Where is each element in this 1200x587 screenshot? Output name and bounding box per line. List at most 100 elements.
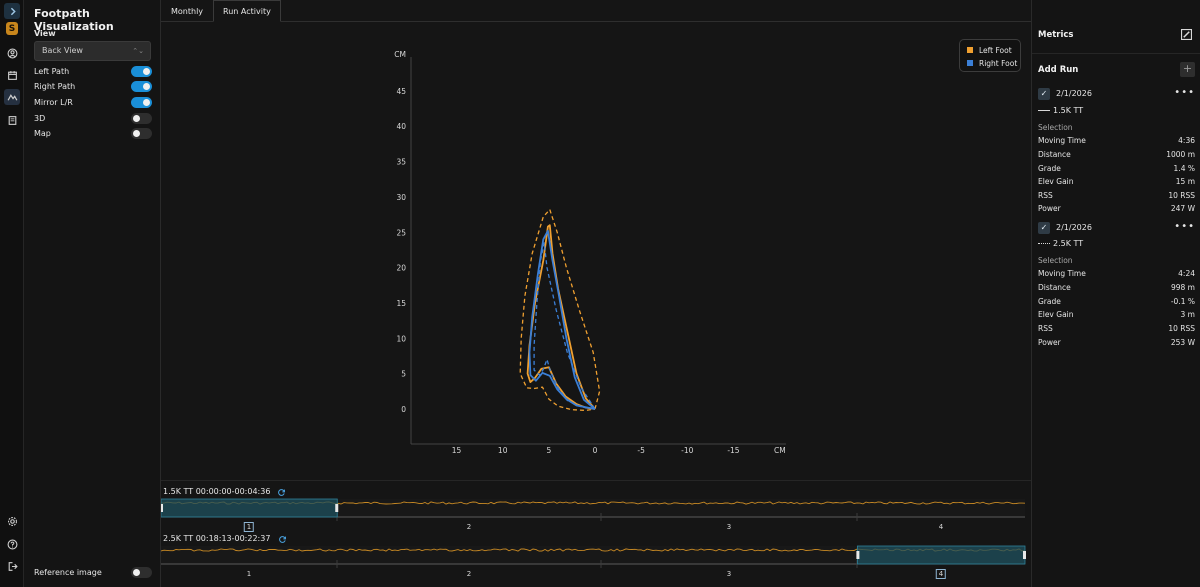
footpath-chart: 0 5 10 15 20 25 30 35 40 45 15 10 5 0 -5 -10 -15 CM CM Lef…: [161, 22, 1031, 480]
profile-icon[interactable]: [4, 45, 20, 61]
lap-label[interactable]: 2: [467, 570, 471, 578]
toggle-label: Mirror L/R: [34, 98, 73, 107]
metric-key: Elev Gain: [1038, 310, 1074, 319]
selection-handle-start[interactable]: [856, 551, 860, 559]
left-path-switch[interactable]: [131, 66, 152, 77]
tab-bar: Monthly Run Activity: [161, 0, 281, 22]
chevron-right-icon[interactable]: [4, 3, 20, 19]
toggle-row-map: Map: [34, 128, 152, 140]
metric-value: 1.4 %: [1173, 164, 1195, 173]
toggle-label: Left Path: [34, 67, 70, 76]
run-checkbox[interactable]: ✓: [1038, 88, 1050, 100]
y-axis-label: CM: [394, 50, 406, 59]
tab-monthly[interactable]: Monthly: [161, 0, 213, 22]
right-foot-solid-path: [528, 229, 596, 410]
toggle-row-reference-image: Reference image: [34, 567, 152, 579]
lap-label[interactable]: 4: [939, 523, 943, 531]
run-header: ✓ 2/1/2026 •••: [1038, 87, 1195, 101]
reference-image-switch[interactable]: [131, 567, 152, 578]
map-switch[interactable]: [131, 128, 152, 139]
run-name-text: 2.5K TT: [1053, 239, 1084, 248]
logout-icon[interactable]: [4, 558, 20, 574]
metric-key: Grade: [1038, 164, 1061, 173]
metric-key: Power: [1038, 338, 1061, 347]
run-name: 1.5K TT: [1038, 106, 1083, 115]
refresh-icon[interactable]: [278, 535, 287, 544]
metric-value: 1000 m: [1166, 150, 1195, 159]
line-style-solid-icon: [1038, 110, 1050, 111]
selection-label: Selection: [1038, 123, 1073, 132]
more-options-icon[interactable]: •••: [1174, 87, 1195, 99]
selection-handle-start[interactable]: [161, 504, 163, 512]
lap-label[interactable]: 3: [727, 570, 731, 578]
y-tick-label: 35: [396, 158, 406, 167]
run-name: 2.5K TT: [1038, 239, 1083, 248]
y-tick-label: 40: [396, 122, 406, 131]
x-tick-label: -5: [637, 446, 645, 455]
metric-row: Power 253 W: [1038, 338, 1195, 348]
lap-label[interactable]: 2: [467, 523, 471, 531]
selection-label: Selection: [1038, 256, 1073, 265]
metric-value: 10 RSS: [1168, 191, 1195, 200]
legend-label: Left Foot: [979, 46, 1012, 55]
line-style-dotted-icon: [1038, 243, 1050, 244]
right-path-switch[interactable]: [131, 81, 152, 92]
help-icon[interactable]: [4, 536, 20, 552]
footpath-chart-svg: 0 5 10 15 20 25 30 35 40 45 15 10 5 0 -5 -10 -15 CM CM: [394, 50, 786, 455]
metric-row: Moving Time 4:36: [1038, 136, 1195, 146]
legend-swatch: [967, 60, 973, 66]
toggle-row-left-path: Left Path: [34, 66, 152, 78]
selection-handle-end[interactable]: [335, 504, 339, 512]
toggle-label: 3D: [34, 114, 46, 123]
timeline-title: 2.5K TT 00:18:13-00:22:37: [163, 534, 271, 543]
settings-icon[interactable]: [4, 513, 20, 529]
run-date: 2/1/2026: [1056, 89, 1092, 98]
tab-run-activity[interactable]: Run Activity: [213, 0, 281, 22]
more-options-icon[interactable]: •••: [1174, 221, 1195, 233]
metric-row: Elev Gain 3 m: [1038, 310, 1195, 320]
toggle-row-3d: 3D: [34, 113, 152, 125]
lap-label[interactable]: 1: [247, 570, 251, 578]
metric-row: Grade 1.4 %: [1038, 164, 1195, 174]
lap-label[interactable]: 3: [727, 523, 731, 531]
lap-label[interactable]: 1: [243, 522, 255, 532]
metric-key: Power: [1038, 204, 1061, 213]
metric-key: Moving Time: [1038, 269, 1086, 278]
3d-switch[interactable]: [131, 113, 152, 124]
metric-row: Distance 998 m: [1038, 283, 1195, 293]
mirror-switch[interactable]: [131, 97, 152, 108]
calendar-icon[interactable]: [4, 67, 20, 83]
metric-row: Elev Gain 15 m: [1038, 177, 1195, 187]
metrics-panel: Metrics Add Run + ✓ 2/1/2026 ••• 1.5K TT…: [1031, 0, 1200, 587]
run-checkbox[interactable]: ✓: [1038, 222, 1050, 234]
left-foot-solid-path: [526, 224, 596, 410]
metrics-divider: [1032, 53, 1200, 54]
activity-icon[interactable]: [4, 89, 20, 105]
legend-swatch: [967, 47, 973, 53]
metric-row: Grade -0.1 %: [1038, 297, 1195, 307]
y-tick-label: 20: [396, 264, 406, 273]
run-name-text: 1.5K TT: [1053, 106, 1084, 115]
chart-legend: Left Foot Right Foot: [959, 39, 1021, 72]
selection-window[interactable]: [856, 545, 1026, 565]
metric-row: Distance 1000 m: [1038, 150, 1195, 160]
selection-window[interactable]: [161, 498, 338, 518]
y-tick-label: 25: [396, 228, 406, 237]
notes-icon[interactable]: [4, 112, 20, 128]
toggle-label: Map: [34, 129, 51, 138]
metric-value: -0.1 %: [1170, 297, 1195, 306]
legend-item-left-foot[interactable]: Left Foot: [967, 46, 1012, 56]
metric-key: RSS: [1038, 191, 1053, 200]
settings-sidebar: Footpath Visualization View Back View ⌃⌄…: [24, 0, 161, 587]
legend-item-right-foot[interactable]: Right Foot: [967, 59, 1017, 69]
refresh-icon[interactable]: [277, 488, 286, 497]
lap-label[interactable]: 4: [935, 569, 947, 579]
toggle-row-mirror: Mirror L/R: [34, 97, 152, 109]
run-header: ✓ 2/1/2026 •••: [1038, 221, 1195, 235]
view-select[interactable]: Back View ⌃⌄: [34, 41, 151, 61]
selection-handle-end[interactable]: [1023, 551, 1026, 559]
metric-value: 4:24: [1178, 269, 1195, 278]
add-run-button[interactable]: +: [1180, 62, 1195, 77]
x-tick-label: 0: [593, 446, 598, 455]
edit-icon[interactable]: [1181, 29, 1192, 40]
